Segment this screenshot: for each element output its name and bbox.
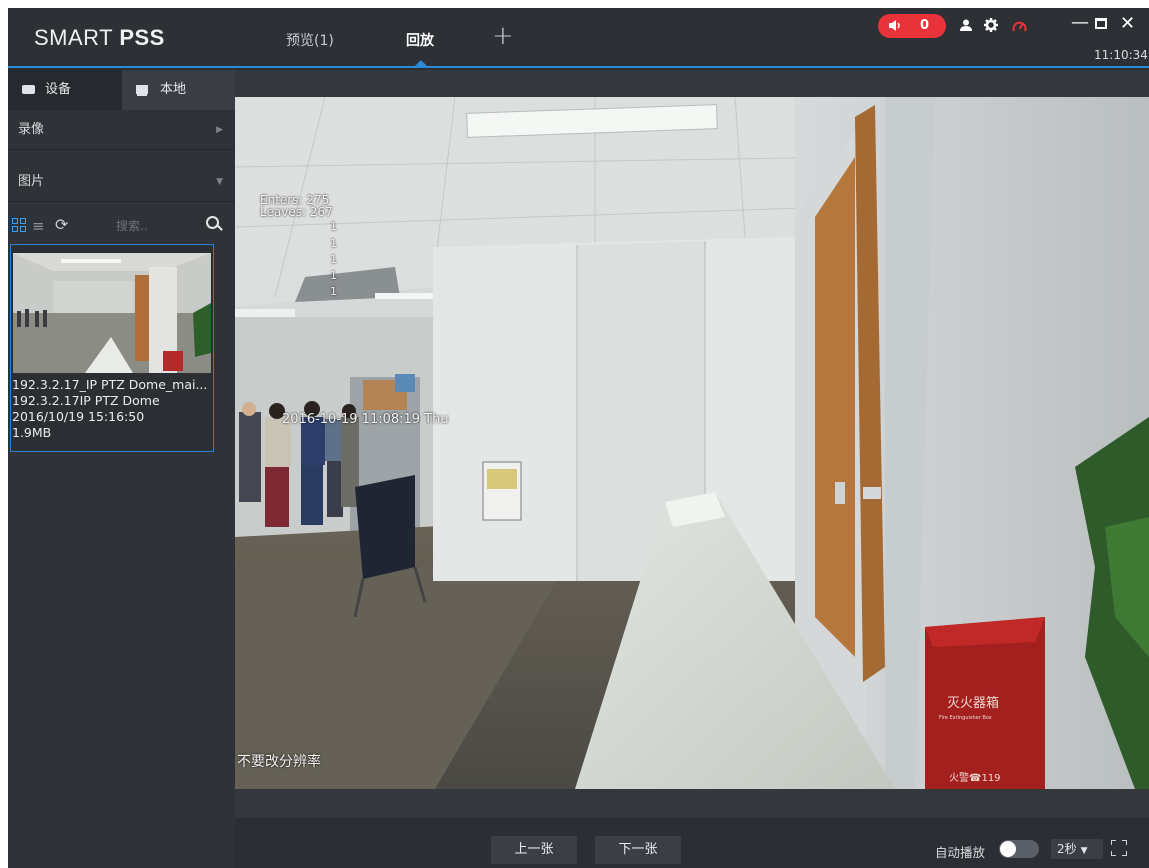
alarm-badge[interactable]: 0 bbox=[878, 14, 946, 38]
extinguisher-title: 灭火器箱 bbox=[947, 695, 999, 711]
extinguisher-phone: 火警☎119 bbox=[949, 771, 1001, 784]
minimize-icon[interactable]: — bbox=[1071, 12, 1089, 33]
speaker-icon bbox=[888, 19, 902, 36]
section-recordings-label: 录像 bbox=[18, 122, 45, 137]
overlay-counter: 1 bbox=[330, 285, 337, 298]
autoplay-label: 自动播放 bbox=[935, 845, 986, 860]
refresh-icon[interactable]: ⟳ bbox=[55, 215, 68, 234]
thumbnail-device: 192.3.2.17IP PTZ Dome bbox=[12, 393, 160, 408]
segment-device-label: 设备 bbox=[45, 82, 72, 97]
toggle-knob bbox=[1000, 841, 1016, 857]
picture-viewer[interactable]: 灭火器箱 Fire Extinguisher Box 火警☎119 Enters… bbox=[235, 97, 1149, 789]
title-bar: SMART PSS 预览(1) 回放 + 0 — ✕ 11:10:34 bbox=[8, 8, 1149, 68]
app-logo: SMART PSS bbox=[34, 25, 165, 50]
overlay-counter: 1 bbox=[330, 237, 337, 250]
viewer-footer-strip bbox=[235, 789, 1149, 818]
next-picture-button[interactable]: 下一张 bbox=[595, 836, 681, 864]
search-icon[interactable] bbox=[206, 215, 223, 233]
thumbnail-size: 1.9MB bbox=[12, 425, 52, 440]
playback-controls: 上一张 下一张 自动播放 2秒 ▼ bbox=[235, 818, 1149, 868]
overlay-channel-name: 不要改分辨率 bbox=[237, 754, 321, 770]
section-pictures-label: 图片 bbox=[18, 174, 45, 189]
sidebar: 设备 本地 录像 ▶ 图片 ▼ ≡ ⟳ 搜索.. 192.3.2.17_IP P… bbox=[8, 70, 235, 868]
user-icon[interactable] bbox=[960, 18, 972, 36]
segment-device[interactable]: 设备 bbox=[8, 70, 122, 110]
thumbnail-info: 192.3.2.17_IP PTZ Dome_mai... 192.3.2.17… bbox=[12, 377, 212, 441]
viewer-header-strip bbox=[235, 70, 1149, 97]
device-icon bbox=[22, 85, 35, 94]
list-view-icon[interactable]: ≡ bbox=[32, 217, 45, 235]
main-panel: 灭火器箱 Fire Extinguisher Box 火警☎119 Enters… bbox=[235, 70, 1149, 868]
fullscreen-icon[interactable] bbox=[1111, 840, 1127, 856]
chevron-right-icon: ▶ bbox=[216, 125, 223, 135]
section-recordings[interactable]: 录像 ▶ bbox=[8, 110, 235, 150]
thumbnail-filename: 192.3.2.17_IP PTZ Dome_mai... bbox=[12, 377, 208, 392]
tab-preview[interactable]: 预览(1) bbox=[286, 30, 334, 50]
active-tab-indicator bbox=[415, 60, 427, 66]
overlay-timestamp: 2016-10-19 11:08:19 Thu bbox=[282, 412, 449, 427]
picture-thumbnail[interactable]: 192.3.2.17_IP PTZ Dome_mai... 192.3.2.17… bbox=[10, 244, 214, 452]
chevron-down-icon: ▼ bbox=[1080, 846, 1088, 856]
overlay-counter: 1 bbox=[330, 269, 337, 282]
search-box bbox=[102, 215, 228, 237]
close-icon[interactable]: ✕ bbox=[1120, 13, 1135, 34]
monitor-icon bbox=[136, 85, 148, 94]
overlay-leaves: Leaves: 267 bbox=[260, 205, 333, 219]
overlay-counter: 1 bbox=[330, 220, 337, 233]
autoplay-toggle[interactable] bbox=[999, 840, 1039, 858]
interval-select[interactable]: 2秒 ▼ bbox=[1051, 839, 1103, 859]
alarm-count: 0 bbox=[920, 18, 930, 33]
add-tab-button[interactable]: + bbox=[492, 23, 514, 49]
camera-snapshot: 灭火器箱 Fire Extinguisher Box 火警☎119 bbox=[235, 97, 1149, 789]
extinguisher-subtitle: Fire Extinguisher Box bbox=[939, 715, 992, 721]
segment-local[interactable]: 本地 bbox=[122, 70, 235, 110]
chevron-down-icon: ▼ bbox=[216, 177, 223, 187]
tab-playback[interactable]: 回放 bbox=[406, 30, 434, 50]
gear-icon[interactable] bbox=[984, 18, 998, 36]
app-window: SMART PSS 预览(1) 回放 + 0 — ✕ 11:10:34 设备 本… bbox=[8, 8, 1149, 868]
search-input[interactable] bbox=[102, 215, 202, 237]
maximize-icon[interactable] bbox=[1095, 18, 1107, 29]
source-switch: 设备 本地 bbox=[8, 70, 235, 110]
gauge-icon[interactable] bbox=[1012, 18, 1027, 36]
thumbnail-toolbar: ≡ ⟳ bbox=[8, 212, 235, 240]
thumbnail-image bbox=[13, 253, 211, 373]
grid-view-icon[interactable] bbox=[12, 218, 26, 232]
thumbnail-datetime: 2016/10/19 15:16:50 bbox=[12, 409, 145, 424]
interval-value: 2秒 bbox=[1057, 842, 1077, 856]
previous-picture-button[interactable]: 上一张 bbox=[491, 836, 577, 864]
overlay-counter: 1 bbox=[330, 253, 337, 266]
section-pictures[interactable]: 图片 ▼ bbox=[8, 162, 235, 202]
segment-local-label: 本地 bbox=[160, 82, 187, 97]
clock: 11:10:34 bbox=[1094, 48, 1148, 62]
